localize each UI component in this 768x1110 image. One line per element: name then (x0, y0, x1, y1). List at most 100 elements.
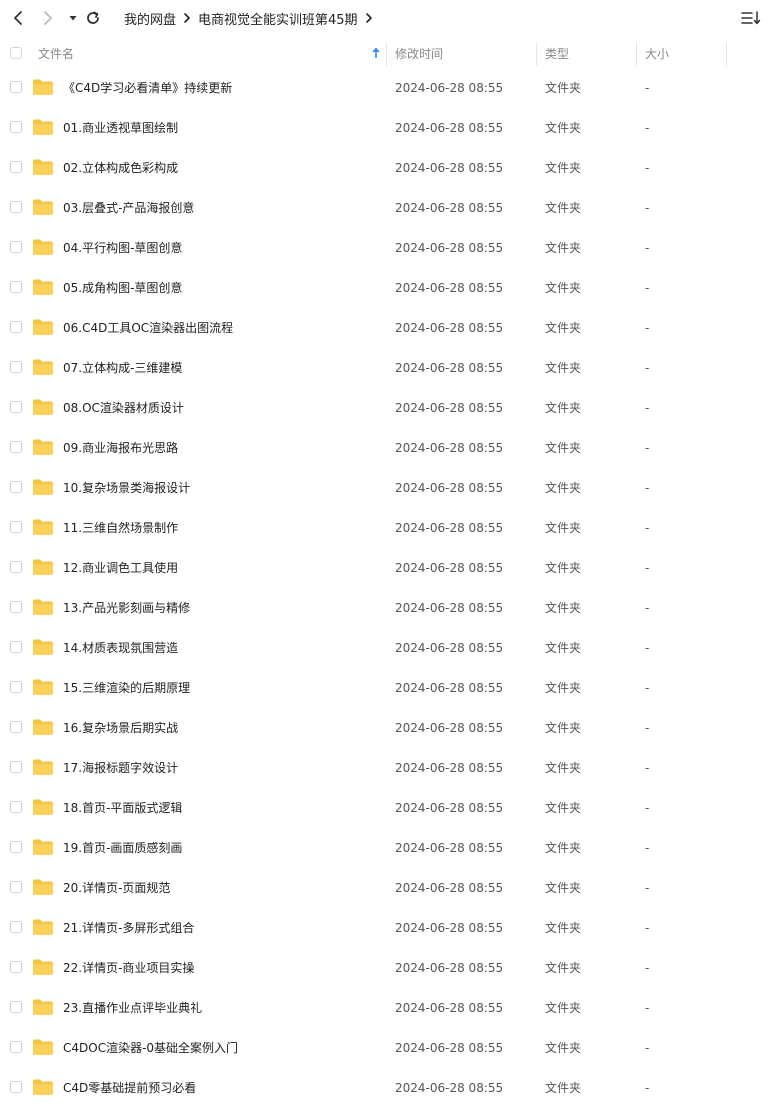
row-checkbox[interactable] (10, 441, 22, 453)
column-header-modified[interactable]: 修改时间 (395, 38, 443, 68)
file-name[interactable]: 18.首页-平面版式逻辑 (63, 788, 182, 828)
row-checkbox[interactable] (10, 401, 22, 413)
table-row[interactable]: 10.复杂场景类海报设计 2024-06-28 08:55 文件夹 - (0, 468, 768, 508)
table-row[interactable]: 14.材质表现氛围营造 2024-06-28 08:55 文件夹 - (0, 628, 768, 668)
history-dropdown-button[interactable] (63, 8, 83, 28)
table-row[interactable]: 04.平行构图-草图创意 2024-06-28 08:55 文件夹 - (0, 228, 768, 268)
row-checkbox[interactable] (10, 801, 22, 813)
file-type: 文件夹 (545, 641, 582, 655)
row-checkbox[interactable] (10, 921, 22, 933)
table-row[interactable]: 09.商业海报布光思路 2024-06-28 08:55 文件夹 - (0, 428, 768, 468)
file-name[interactable]: 03.层叠式-产品海报创意 (63, 188, 194, 228)
row-checkbox[interactable] (10, 321, 22, 333)
file-name[interactable]: 15.三维渲染的后期原理 (63, 668, 190, 708)
table-row[interactable]: 07.立体构成-三维建模 2024-06-28 08:55 文件夹 - (0, 348, 768, 388)
file-name[interactable]: 22.详情页-商业项目实操 (63, 948, 194, 988)
table-row[interactable]: 《C4D学习必看清单》持续更新 2024-06-28 08:55 文件夹 - (0, 68, 768, 108)
column-header-name[interactable]: 文件名 (38, 38, 74, 68)
file-name[interactable]: 《C4D学习必看清单》持续更新 (63, 68, 232, 108)
table-row[interactable]: 18.首页-平面版式逻辑 2024-06-28 08:55 文件夹 - (0, 788, 768, 828)
table-row[interactable]: 12.商业调色工具使用 2024-06-28 08:55 文件夹 - (0, 548, 768, 588)
file-name[interactable]: 23.直播作业点评毕业典礼 (63, 988, 202, 1028)
file-name[interactable]: 16.复杂场景后期实战 (63, 708, 178, 748)
row-checkbox[interactable] (10, 281, 22, 293)
row-checkbox[interactable] (10, 481, 22, 493)
table-row[interactable]: 08.OC渲染器材质设计 2024-06-28 08:55 文件夹 - (0, 388, 768, 428)
row-checkbox[interactable] (10, 161, 22, 173)
forward-button[interactable] (38, 8, 58, 28)
file-name[interactable]: 05.成角构图-草图创意 (63, 268, 182, 308)
file-type: 文件夹 (545, 881, 582, 895)
modified-time: 2024-06-28 08:55 (395, 401, 504, 415)
file-name[interactable]: 13.产品光影刻画与精修 (63, 588, 190, 628)
table-row[interactable]: 15.三维渲染的后期原理 2024-06-28 08:55 文件夹 - (0, 668, 768, 708)
file-name[interactable]: 17.海报标题字效设计 (63, 748, 178, 788)
row-checkbox[interactable] (10, 121, 22, 133)
breadcrumb-item-root[interactable]: 我的网盘 (124, 9, 176, 28)
row-checkbox[interactable] (10, 521, 22, 533)
row-checkbox[interactable] (10, 241, 22, 253)
file-name[interactable]: 08.OC渲染器材质设计 (63, 388, 184, 428)
row-checkbox[interactable] (10, 761, 22, 773)
folder-icon (33, 159, 53, 175)
file-name[interactable]: 20.详情页-页面规范 (63, 868, 170, 908)
file-name[interactable]: 19.首页-画面质感刻画 (63, 828, 182, 868)
sort-options-button[interactable] (740, 8, 762, 28)
row-checkbox[interactable] (10, 961, 22, 973)
row-checkbox[interactable] (10, 841, 22, 853)
row-checkbox[interactable] (10, 1081, 22, 1093)
column-header-size[interactable]: 大小 (645, 38, 669, 68)
row-checkbox[interactable] (10, 601, 22, 613)
table-row[interactable]: 20.详情页-页面规范 2024-06-28 08:55 文件夹 - (0, 868, 768, 908)
table-row[interactable]: 19.首页-画面质感刻画 2024-06-28 08:55 文件夹 - (0, 828, 768, 868)
file-name[interactable]: 11.三维自然场景制作 (63, 508, 178, 548)
row-checkbox[interactable] (10, 201, 22, 213)
row-checkbox[interactable] (10, 881, 22, 893)
table-row[interactable]: 17.海报标题字效设计 2024-06-28 08:55 文件夹 - (0, 748, 768, 788)
table-row[interactable]: 16.复杂场景后期实战 2024-06-28 08:55 文件夹 - (0, 708, 768, 748)
file-name[interactable]: 06.C4D工具OC渲染器出图流程 (63, 308, 233, 348)
row-checkbox[interactable] (10, 361, 22, 373)
table-row[interactable]: 22.详情页-商业项目实操 2024-06-28 08:55 文件夹 - (0, 948, 768, 988)
table-row[interactable]: C4D零基础提前预习必看 2024-06-28 08:55 文件夹 - (0, 1068, 768, 1108)
file-name[interactable]: 09.商业海报布光思路 (63, 428, 178, 468)
table-row[interactable]: 03.层叠式-产品海报创意 2024-06-28 08:55 文件夹 - (0, 188, 768, 228)
table-row[interactable]: 01.商业透视草图绘制 2024-06-28 08:55 文件夹 - (0, 108, 768, 148)
row-checkbox[interactable] (10, 81, 22, 93)
back-button[interactable] (8, 8, 28, 28)
row-checkbox[interactable] (10, 1041, 22, 1053)
column-divider[interactable] (536, 42, 537, 66)
file-name[interactable]: 12.商业调色工具使用 (63, 548, 178, 588)
row-checkbox[interactable] (10, 1001, 22, 1013)
row-checkbox[interactable] (10, 641, 22, 653)
breadcrumb-item-current[interactable]: 电商视觉全能实训班第45期 (198, 9, 358, 28)
table-row[interactable]: C4DOC渲染器-0基础全案例入门 2024-06-28 08:55 文件夹 - (0, 1028, 768, 1068)
row-checkbox[interactable] (10, 681, 22, 693)
table-row[interactable]: 05.成角构图-草图创意 2024-06-28 08:55 文件夹 - (0, 268, 768, 308)
column-header-type[interactable]: 类型 (545, 38, 569, 68)
refresh-button[interactable] (83, 8, 103, 28)
file-name[interactable]: C4DOC渲染器-0基础全案例入门 (63, 1028, 238, 1068)
folder-icon (33, 719, 53, 735)
table-row[interactable]: 02.立体构成色彩构成 2024-06-28 08:55 文件夹 - (0, 148, 768, 188)
file-name[interactable]: 10.复杂场景类海报设计 (63, 468, 190, 508)
select-all-checkbox[interactable] (10, 47, 22, 59)
table-row[interactable]: 21.详情页-多屏形式组合 2024-06-28 08:55 文件夹 - (0, 908, 768, 948)
file-name[interactable]: 01.商业透视草图绘制 (63, 108, 178, 148)
folder-icon (33, 519, 53, 535)
column-divider[interactable] (726, 42, 727, 66)
table-row[interactable]: 13.产品光影刻画与精修 2024-06-28 08:55 文件夹 - (0, 588, 768, 628)
file-name[interactable]: 02.立体构成色彩构成 (63, 148, 178, 188)
column-divider[interactable] (636, 42, 637, 66)
file-name[interactable]: 04.平行构图-草图创意 (63, 228, 182, 268)
row-checkbox[interactable] (10, 721, 22, 733)
row-checkbox[interactable] (10, 561, 22, 573)
file-name[interactable]: 07.立体构成-三维建模 (63, 348, 182, 388)
table-row[interactable]: 11.三维自然场景制作 2024-06-28 08:55 文件夹 - (0, 508, 768, 548)
table-row[interactable]: 23.直播作业点评毕业典礼 2024-06-28 08:55 文件夹 - (0, 988, 768, 1028)
column-divider[interactable] (386, 42, 387, 66)
table-row[interactable]: 06.C4D工具OC渲染器出图流程 2024-06-28 08:55 文件夹 - (0, 308, 768, 348)
file-name[interactable]: 14.材质表现氛围营造 (63, 628, 178, 668)
file-name[interactable]: C4D零基础提前预习必看 (63, 1068, 196, 1108)
file-name[interactable]: 21.详情页-多屏形式组合 (63, 908, 194, 948)
